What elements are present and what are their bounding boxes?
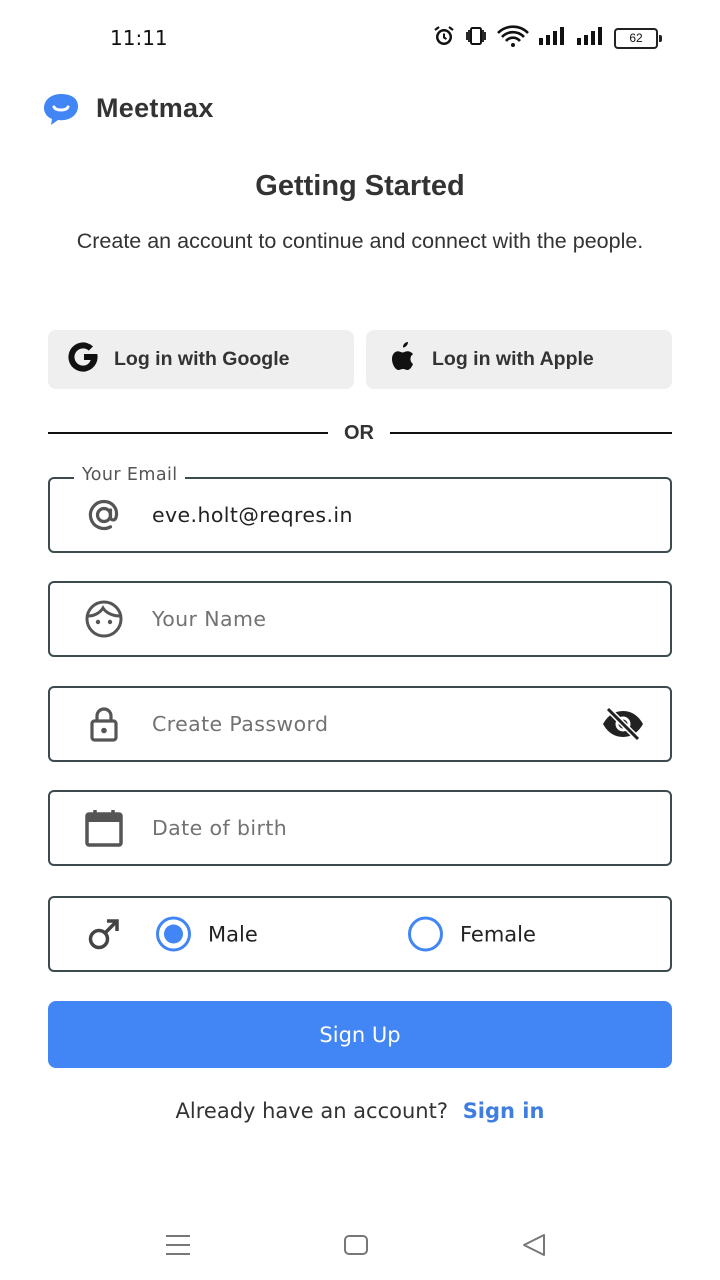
toggle-password-visibility-button[interactable] — [600, 704, 646, 744]
system-nav-bar — [0, 1222, 720, 1268]
apple-icon — [386, 339, 420, 380]
back-nav-button[interactable] — [504, 1222, 564, 1268]
home-nav-button[interactable] — [326, 1222, 386, 1268]
sign-in-row: Already have an account? Sign in — [0, 1099, 720, 1123]
status-time: 11:11 — [110, 26, 168, 50]
calendar-icon — [83, 807, 125, 849]
menu-icon — [166, 1235, 190, 1255]
gender-option-female[interactable]: Female — [408, 916, 536, 952]
brand-name: Meetmax — [96, 93, 214, 123]
password-field[interactable] — [48, 686, 672, 762]
dob-input[interactable] — [152, 812, 600, 844]
eye-off-icon — [603, 707, 643, 741]
battery-icon: 62 — [614, 27, 662, 49]
divider-line-left — [48, 432, 328, 434]
or-divider-text: OR — [344, 422, 374, 444]
back-triangle-icon — [523, 1234, 545, 1256]
radio-button-female[interactable] — [408, 916, 443, 952]
name-field[interactable] — [48, 581, 672, 657]
email-field-legend: Your Email — [74, 465, 186, 485]
apple-login-label: Log in with Apple — [432, 348, 594, 370]
password-input[interactable] — [152, 708, 600, 740]
sign-in-link[interactable]: Sign in — [463, 1099, 545, 1123]
face-icon — [83, 598, 125, 640]
vibrate-icon — [464, 24, 488, 53]
email-input[interactable] — [152, 499, 600, 531]
status-icons: 62 — [432, 24, 662, 52]
sign-in-prompt: Already have an account? — [175, 1099, 448, 1123]
dob-field[interactable] — [48, 790, 672, 866]
page-subtitle: Create an account to continue and connec… — [76, 229, 644, 253]
signal-icon — [538, 26, 568, 51]
wifi-icon — [496, 24, 530, 53]
radio-button-male[interactable] — [156, 916, 191, 952]
divider-line-right — [390, 432, 672, 434]
sign-up-button[interactable]: Sign Up — [48, 1001, 672, 1068]
male-symbol-icon — [83, 913, 125, 955]
gender-option-male[interactable]: Male — [156, 916, 258, 952]
google-login-label: Log in with Google — [114, 348, 290, 370]
home-square-icon — [344, 1235, 368, 1255]
email-field[interactable]: Your Email — [48, 465, 672, 553]
google-login-button[interactable]: Log in with Google — [48, 330, 354, 389]
name-input[interactable] — [152, 603, 600, 635]
meetmax-logo-icon — [42, 92, 80, 131]
lock-icon — [83, 703, 125, 745]
battery-level: 62 — [614, 27, 658, 49]
alarm-icon — [432, 24, 456, 53]
apple-login-button[interactable]: Log in with Apple — [366, 330, 672, 389]
gender-field: Male Female — [48, 896, 672, 972]
google-icon — [66, 339, 102, 380]
gender-label-male: Male — [208, 922, 258, 946]
at-sign-icon — [83, 494, 125, 536]
page-title: Getting Started — [255, 170, 465, 202]
menu-nav-button[interactable] — [148, 1222, 208, 1268]
gender-label-female: Female — [460, 922, 536, 946]
signal-icon — [576, 26, 606, 51]
